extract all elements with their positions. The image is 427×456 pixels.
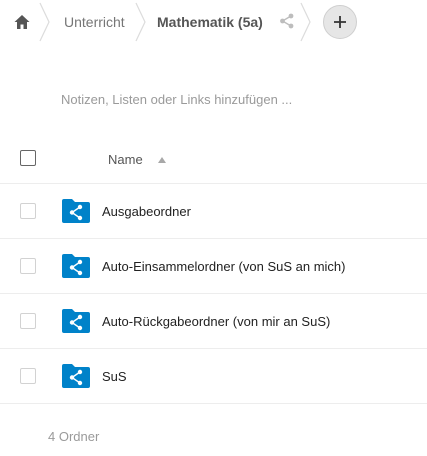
file-name: SuS xyxy=(102,369,127,384)
file-name: Auto-Einsammelordner (von SuS an mich) xyxy=(102,259,346,274)
notes-input[interactable]: Notizen, Listen oder Links hinzufügen ..… xyxy=(61,92,292,107)
row-checkbox[interactable] xyxy=(20,203,36,219)
table-row[interactable]: SuS xyxy=(0,349,427,404)
shared-folder-icon xyxy=(62,364,90,388)
table-row[interactable]: Auto-Rückgabeordner (von mir an SuS) xyxy=(0,294,427,349)
table-header: Name xyxy=(0,138,427,184)
file-list: Ausgabeordner Auto-Einsammelordner (von … xyxy=(0,184,427,404)
table-row[interactable]: Auto-Einsammelordner (von SuS an mich) xyxy=(0,239,427,294)
column-header-name[interactable]: Name xyxy=(108,152,143,167)
plus-icon xyxy=(334,16,346,28)
breadcrumb: Unterricht Mathematik (5a) xyxy=(0,0,427,46)
breadcrumb-item-current[interactable]: Mathematik (5a) xyxy=(157,14,263,30)
breadcrumb-separator-icon xyxy=(300,2,311,42)
row-checkbox[interactable] xyxy=(20,258,36,274)
row-checkbox[interactable] xyxy=(20,368,36,384)
file-name: Auto-Rückgabeordner (von mir an SuS) xyxy=(102,314,331,329)
shared-folder-icon xyxy=(62,309,90,333)
shared-folder-icon xyxy=(62,254,90,278)
share-icon[interactable] xyxy=(278,12,296,30)
table-row[interactable]: Ausgabeordner xyxy=(0,184,427,239)
breadcrumb-separator-icon xyxy=(135,2,146,42)
sort-ascending-icon[interactable] xyxy=(158,157,166,163)
row-checkbox[interactable] xyxy=(20,313,36,329)
home-icon[interactable] xyxy=(13,13,31,31)
breadcrumb-separator-icon xyxy=(39,2,50,42)
folder-count: 4 Ordner xyxy=(48,429,100,444)
file-name: Ausgabeordner xyxy=(102,204,191,219)
select-all-checkbox[interactable] xyxy=(20,150,36,166)
shared-folder-icon xyxy=(62,199,90,223)
breadcrumb-item-unterricht[interactable]: Unterricht xyxy=(64,14,125,30)
add-button[interactable] xyxy=(323,5,357,39)
